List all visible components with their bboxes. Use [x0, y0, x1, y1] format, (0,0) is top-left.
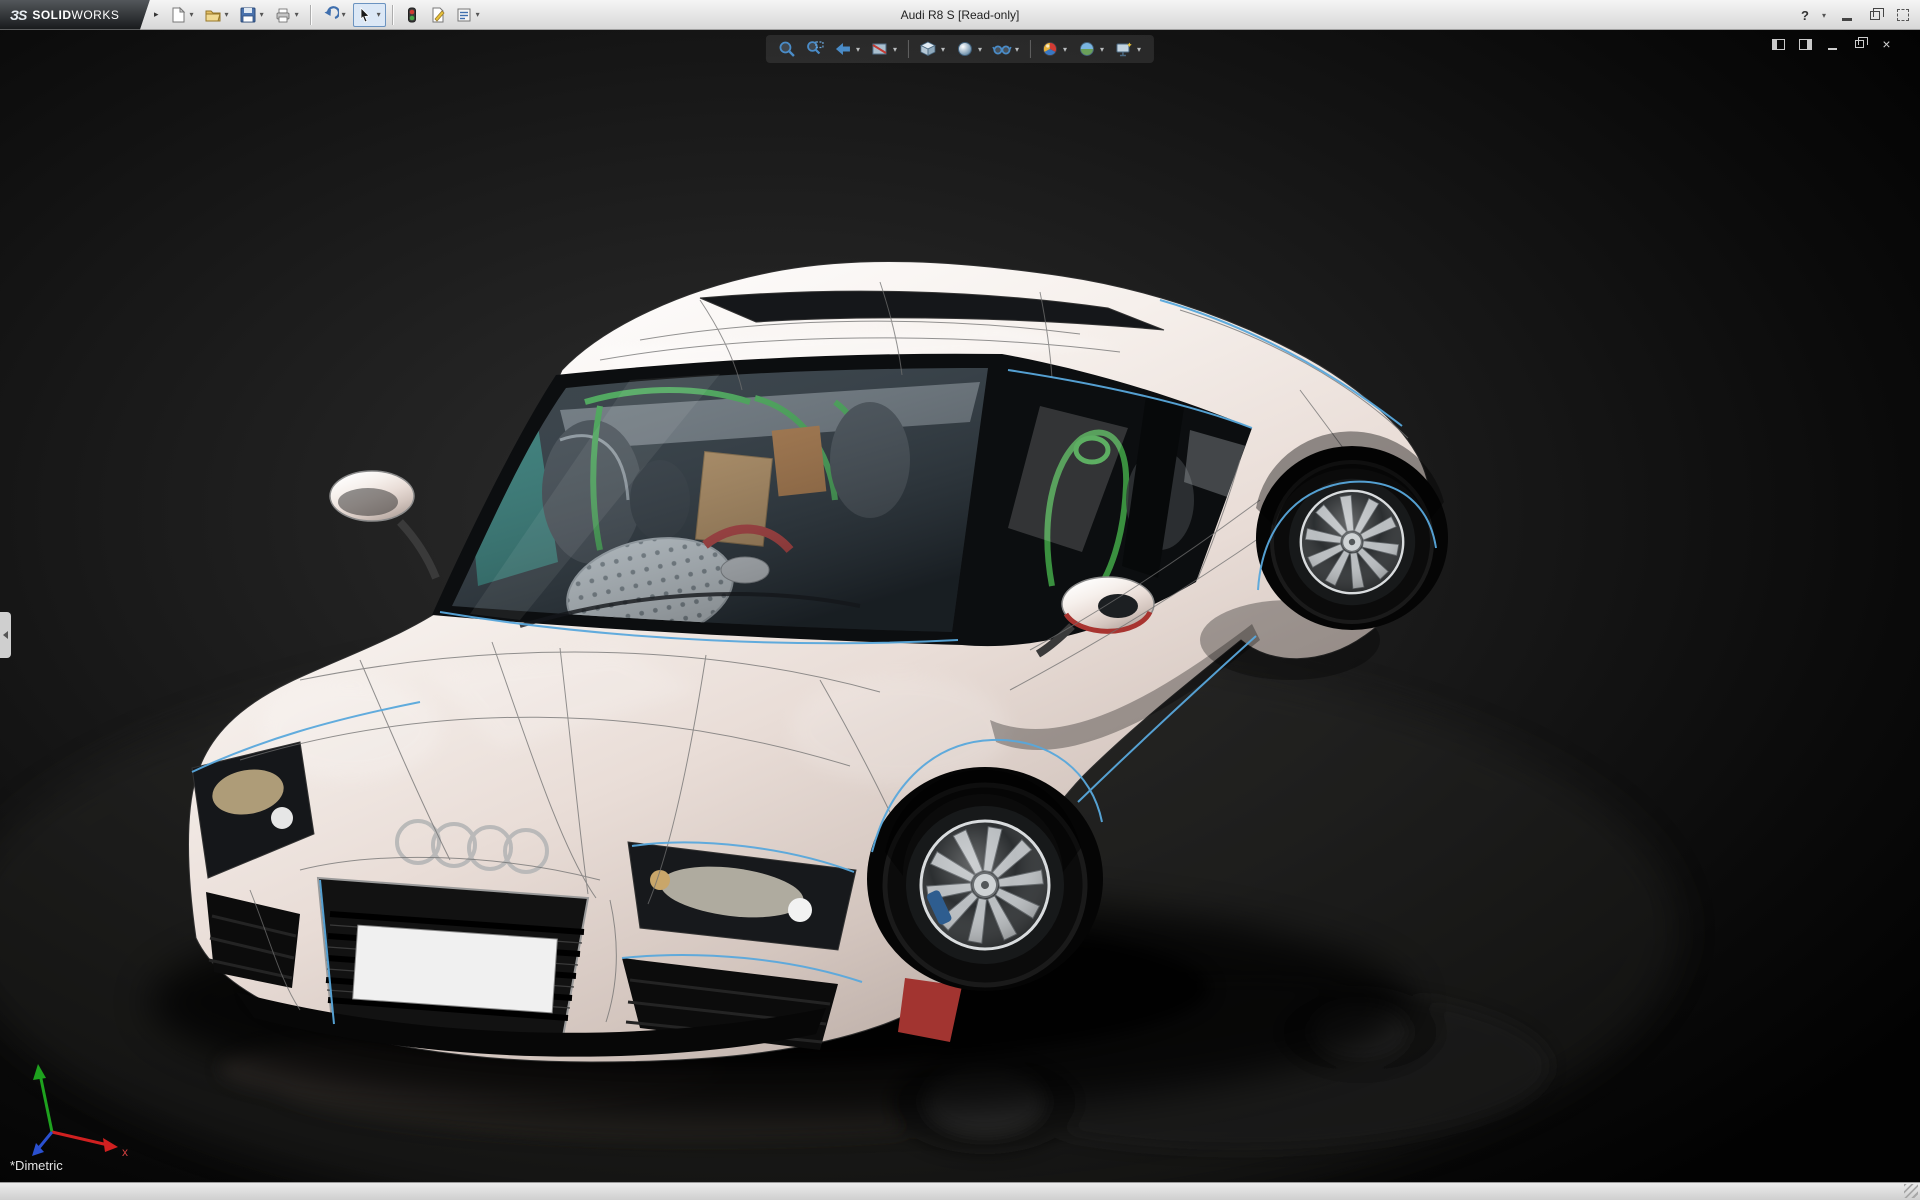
- undo-button[interactable]: ▾: [318, 3, 351, 27]
- new-document-button[interactable]: ▾: [166, 3, 199, 27]
- previous-view-icon: [833, 39, 853, 59]
- display-style-caret-icon[interactable]: ▾: [976, 45, 984, 54]
- document-close-button[interactable]: ×: [1879, 37, 1894, 51]
- brand-text: SOLIDWORKS: [32, 8, 119, 22]
- triad-x-label: x: [122, 1145, 128, 1159]
- save-flyout-caret-icon[interactable]: ▾: [258, 10, 266, 19]
- options-button[interactable]: ▾: [452, 3, 485, 27]
- collapse-arrow-icon: [3, 631, 8, 639]
- solidworks-logo: ЗS SOLIDWORKS: [0, 0, 150, 30]
- view-orientation-button[interactable]: ▾: [915, 37, 950, 61]
- open-flyout-caret-icon[interactable]: ▾: [223, 10, 231, 19]
- zoom-to-fit-button[interactable]: [774, 37, 800, 61]
- resize-grip[interactable]: [1904, 1184, 1918, 1198]
- section-view-button[interactable]: ▾: [867, 37, 902, 61]
- orientation-label: *Dimetric: [10, 1158, 63, 1173]
- hide-show-caret-icon[interactable]: ▾: [1013, 45, 1021, 54]
- print-flyout-caret-icon[interactable]: ▾: [293, 10, 301, 19]
- document-minimize-button[interactable]: [1825, 37, 1840, 51]
- open-button[interactable]: ▾: [201, 3, 234, 27]
- dassault-3ds-logo-icon: ЗS: [10, 7, 26, 23]
- menu-expand-arrow-icon[interactable]: ▸: [154, 9, 159, 20]
- view-settings-button[interactable]: ▾: [1111, 37, 1146, 61]
- restore-icon: [1855, 40, 1864, 48]
- zoom-to-area-button[interactable]: [802, 37, 828, 61]
- toolbar-separator: [310, 5, 312, 25]
- print-icon: [274, 6, 292, 24]
- right-pane-icon: [1799, 39, 1812, 50]
- file-properties-icon: [429, 6, 447, 24]
- status-bar: [0, 1182, 1920, 1200]
- model-scene[interactable]: x: [0, 30, 1920, 1182]
- hide-show-glasses-icon: [992, 39, 1012, 59]
- previous-view-button[interactable]: ▾: [830, 37, 865, 61]
- undo-arrow-icon: [321, 6, 339, 24]
- options-sheet-icon: [455, 6, 473, 24]
- graphics-area[interactable]: x ▾ ▾: [0, 30, 1920, 1182]
- display-style-button[interactable]: ▾: [952, 37, 987, 61]
- minimize-icon: [1828, 48, 1837, 50]
- toolbar-separator: [392, 5, 394, 25]
- new-document-flyout-caret-icon[interactable]: ▾: [188, 10, 196, 19]
- title-bar: ЗS SOLIDWORKS ▸ ▾ ▾ ▾ ▾: [0, 0, 1920, 30]
- previous-view-caret-icon[interactable]: ▾: [854, 45, 862, 54]
- help-flyout-caret-icon[interactable]: ▾: [1820, 11, 1828, 20]
- restore-button[interactable]: [1866, 7, 1884, 23]
- help-icon[interactable]: ?: [1801, 8, 1809, 23]
- apply-scene-icon: [1077, 39, 1097, 59]
- save-button[interactable]: ▾: [236, 3, 269, 27]
- select-button[interactable]: ▾: [353, 3, 386, 27]
- fullscreen-button[interactable]: [1894, 7, 1912, 23]
- print-button[interactable]: ▾: [271, 3, 304, 27]
- file-properties-button[interactable]: [426, 3, 450, 27]
- dashed-window-icon: [1897, 9, 1909, 21]
- minimize-button[interactable]: [1838, 7, 1856, 23]
- view-orientation-caret-icon[interactable]: ▾: [939, 45, 947, 54]
- edit-appearance-caret-icon[interactable]: ▾: [1061, 45, 1069, 54]
- zoom-to-fit-icon: [777, 39, 797, 59]
- rebuild-button[interactable]: [400, 3, 424, 27]
- undo-flyout-caret-icon[interactable]: ▾: [340, 10, 348, 19]
- view-settings-icon: [1114, 39, 1134, 59]
- view-settings-caret-icon[interactable]: ▾: [1135, 45, 1143, 54]
- titlebar-right-controls: ? ▾: [1801, 0, 1912, 30]
- show-featuremanager-button[interactable]: [1771, 37, 1786, 51]
- document-restore-button[interactable]: [1852, 37, 1867, 51]
- document-window-controls: ×: [1771, 37, 1894, 51]
- new-document-icon: [169, 6, 187, 24]
- open-folder-icon: [204, 6, 222, 24]
- save-floppy-icon: [239, 6, 257, 24]
- select-flyout-caret-icon[interactable]: ▾: [375, 10, 383, 19]
- rebuild-traffic-light-icon: [403, 6, 421, 24]
- edit-appearance-button[interactable]: ▾: [1037, 37, 1072, 61]
- headsup-view-toolbar: ▾ ▾ ▾ ▾: [766, 35, 1154, 63]
- hud-separator: [908, 40, 909, 58]
- hud-separator: [1030, 40, 1031, 58]
- apply-scene-button[interactable]: ▾: [1074, 37, 1109, 61]
- show-taskpane-button[interactable]: [1798, 37, 1813, 51]
- view-orientation-cube-icon: [918, 39, 938, 59]
- minimize-icon: [1842, 18, 1852, 21]
- edit-appearance-ball-icon: [1040, 39, 1060, 59]
- restore-icon: [1870, 11, 1880, 20]
- hide-show-items-button[interactable]: ▾: [989, 37, 1024, 61]
- panel-collapse-tab[interactable]: [0, 612, 11, 658]
- zoom-to-area-icon: [805, 39, 825, 59]
- section-view-caret-icon[interactable]: ▾: [891, 45, 899, 54]
- section-view-icon: [870, 39, 890, 59]
- left-pane-icon: [1772, 39, 1785, 50]
- display-style-icon: [955, 39, 975, 59]
- options-flyout-caret-icon[interactable]: ▾: [474, 10, 482, 19]
- apply-scene-caret-icon[interactable]: ▾: [1098, 45, 1106, 54]
- select-cursor-icon: [356, 6, 374, 24]
